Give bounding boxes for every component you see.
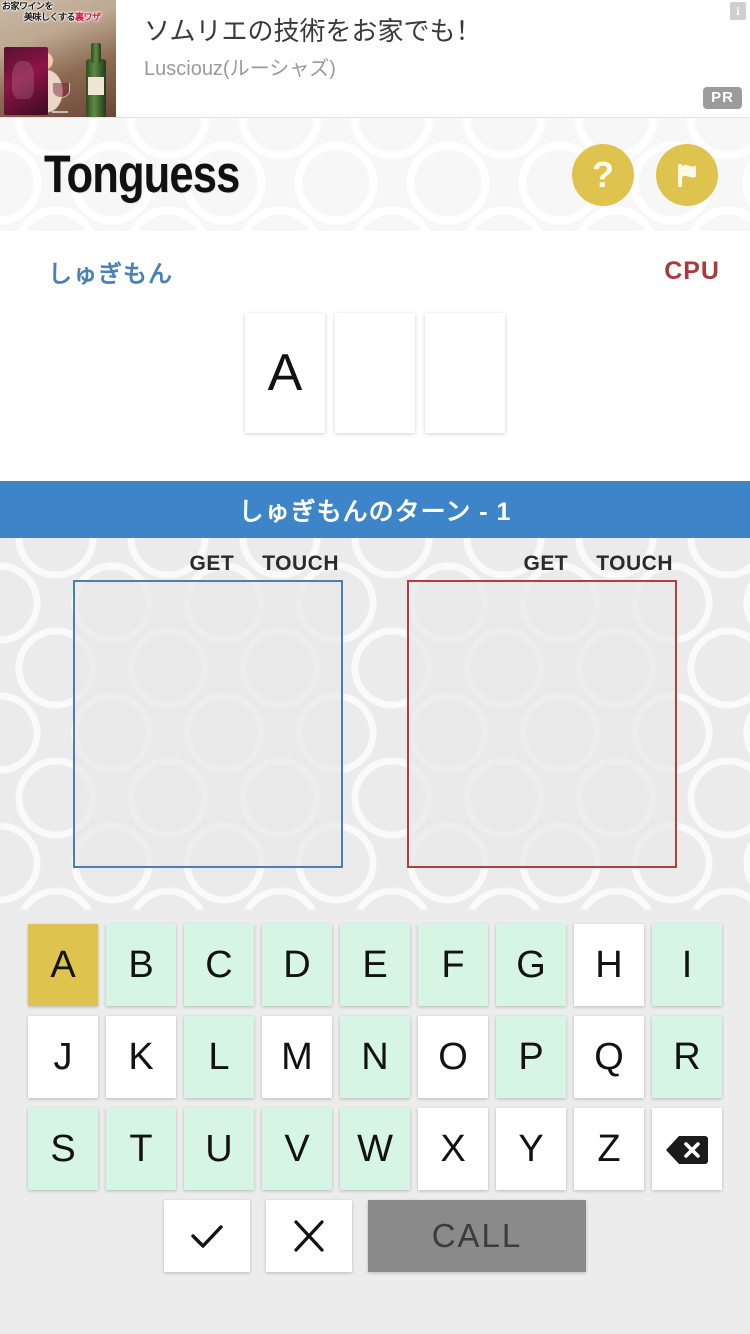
player-touch-label: TOUCH	[262, 552, 339, 575]
key-n[interactable]: N	[340, 1016, 410, 1098]
key-q[interactable]: Q	[574, 1016, 644, 1098]
player-names-row: しゅぎもん CPU	[0, 231, 750, 293]
key-d[interactable]: D	[262, 924, 332, 1006]
keyboard-row: ABCDEFGHI	[0, 924, 750, 1006]
cpu-guess-panel[interactable]	[407, 580, 677, 868]
key-p[interactable]: P	[496, 1016, 566, 1098]
player-board-column: GET TOUCH	[73, 548, 343, 910]
flag-icon	[670, 158, 704, 192]
player-name-label: しゅぎもん	[48, 260, 173, 288]
flag-button[interactable]	[656, 143, 718, 206]
key-w[interactable]: W	[340, 1108, 410, 1190]
help-button[interactable]: ?	[572, 143, 634, 206]
cpu-name-label: CPU	[664, 256, 720, 285]
ad-thumbnail[interactable]: お家ワインを 美味しくする裏ワザ	[0, 0, 116, 117]
turn-banner: しゅぎもんのターン - 1	[0, 481, 750, 538]
key-u[interactable]: U	[184, 1108, 254, 1190]
key-s[interactable]: S	[28, 1108, 98, 1190]
keyboard: ABCDEFGHI JKLMNOPQR STUVWXYZ CALL	[0, 910, 750, 1334]
keyboard-row: STUVWXYZ	[0, 1108, 750, 1190]
player-get-label: GET	[189, 552, 235, 575]
key-j[interactable]: J	[28, 1016, 98, 1098]
cpu-touch-label: TOUCH	[596, 552, 673, 575]
key-a[interactable]: A	[28, 924, 98, 1006]
guess-board: GET TOUCH GET TOUCH	[0, 538, 750, 910]
ad-wine-glass	[52, 83, 70, 113]
keyboard-row: JKLMNOPQR	[0, 1016, 750, 1098]
key-r[interactable]: R	[652, 1016, 722, 1098]
keyboard-action-row: CALL	[0, 1200, 750, 1272]
player-guess-panel[interactable]	[73, 580, 343, 868]
check-icon	[187, 1219, 227, 1253]
key-z[interactable]: Z	[574, 1108, 644, 1190]
key-y[interactable]: Y	[496, 1108, 566, 1190]
key-c[interactable]: C	[184, 924, 254, 1006]
ad-title: ソムリエの技術をお家でも！	[144, 16, 482, 46]
key-k[interactable]: K	[106, 1016, 176, 1098]
key-m[interactable]: M	[262, 1016, 332, 1098]
key-t[interactable]: T	[106, 1108, 176, 1190]
player-column-labels: GET TOUCH	[73, 548, 343, 580]
ad-advertiser: Lusciouz(ルーシャズ)	[144, 58, 336, 80]
key-l[interactable]: L	[184, 1016, 254, 1098]
page-title: Tonguess	[44, 144, 240, 204]
info-icon[interactable]: i	[730, 2, 746, 20]
secret-word-cards: A	[0, 313, 750, 433]
key-b[interactable]: B	[106, 924, 176, 1006]
close-icon	[289, 1217, 329, 1255]
ad-wine-bottle	[86, 43, 106, 117]
key-x[interactable]: X	[418, 1108, 488, 1190]
backspace-key[interactable]	[652, 1108, 722, 1190]
card-slot[interactable]	[425, 313, 505, 433]
cancel-button[interactable]	[266, 1200, 352, 1272]
key-g[interactable]: G	[496, 924, 566, 1006]
cpu-get-label: GET	[523, 552, 569, 575]
card-slot[interactable]	[335, 313, 415, 433]
key-i[interactable]: I	[652, 924, 722, 1006]
backspace-icon	[665, 1134, 709, 1164]
cpu-column-labels: GET TOUCH	[407, 548, 677, 580]
scoreboard-area: しゅぎもん CPU A	[0, 231, 750, 481]
ad-text-block: ソムリエの技術をお家でも！ Lusciouz(ルーシャズ)	[116, 0, 750, 117]
key-f[interactable]: F	[418, 924, 488, 1006]
ad-wine-box	[4, 47, 48, 115]
pr-badge: PR	[703, 87, 742, 109]
key-o[interactable]: O	[418, 1016, 488, 1098]
confirm-button[interactable]	[164, 1200, 250, 1272]
call-button[interactable]: CALL	[368, 1200, 586, 1272]
app-root: お家ワインを 美味しくする裏ワザ ソムリエの技術をお家でも！ Lusciouz(…	[0, 0, 750, 1334]
header-actions: ?	[572, 143, 718, 206]
app-header: Tonguess ?	[0, 118, 750, 231]
card-slot[interactable]: A	[245, 313, 325, 433]
cpu-board-column: GET TOUCH	[407, 548, 677, 910]
key-v[interactable]: V	[262, 1108, 332, 1190]
key-e[interactable]: E	[340, 924, 410, 1006]
key-h[interactable]: H	[574, 924, 644, 1006]
question-mark-icon: ?	[592, 153, 614, 195]
ad-banner[interactable]: お家ワインを 美味しくする裏ワザ ソムリエの技術をお家でも！ Lusciouz(…	[0, 0, 750, 118]
